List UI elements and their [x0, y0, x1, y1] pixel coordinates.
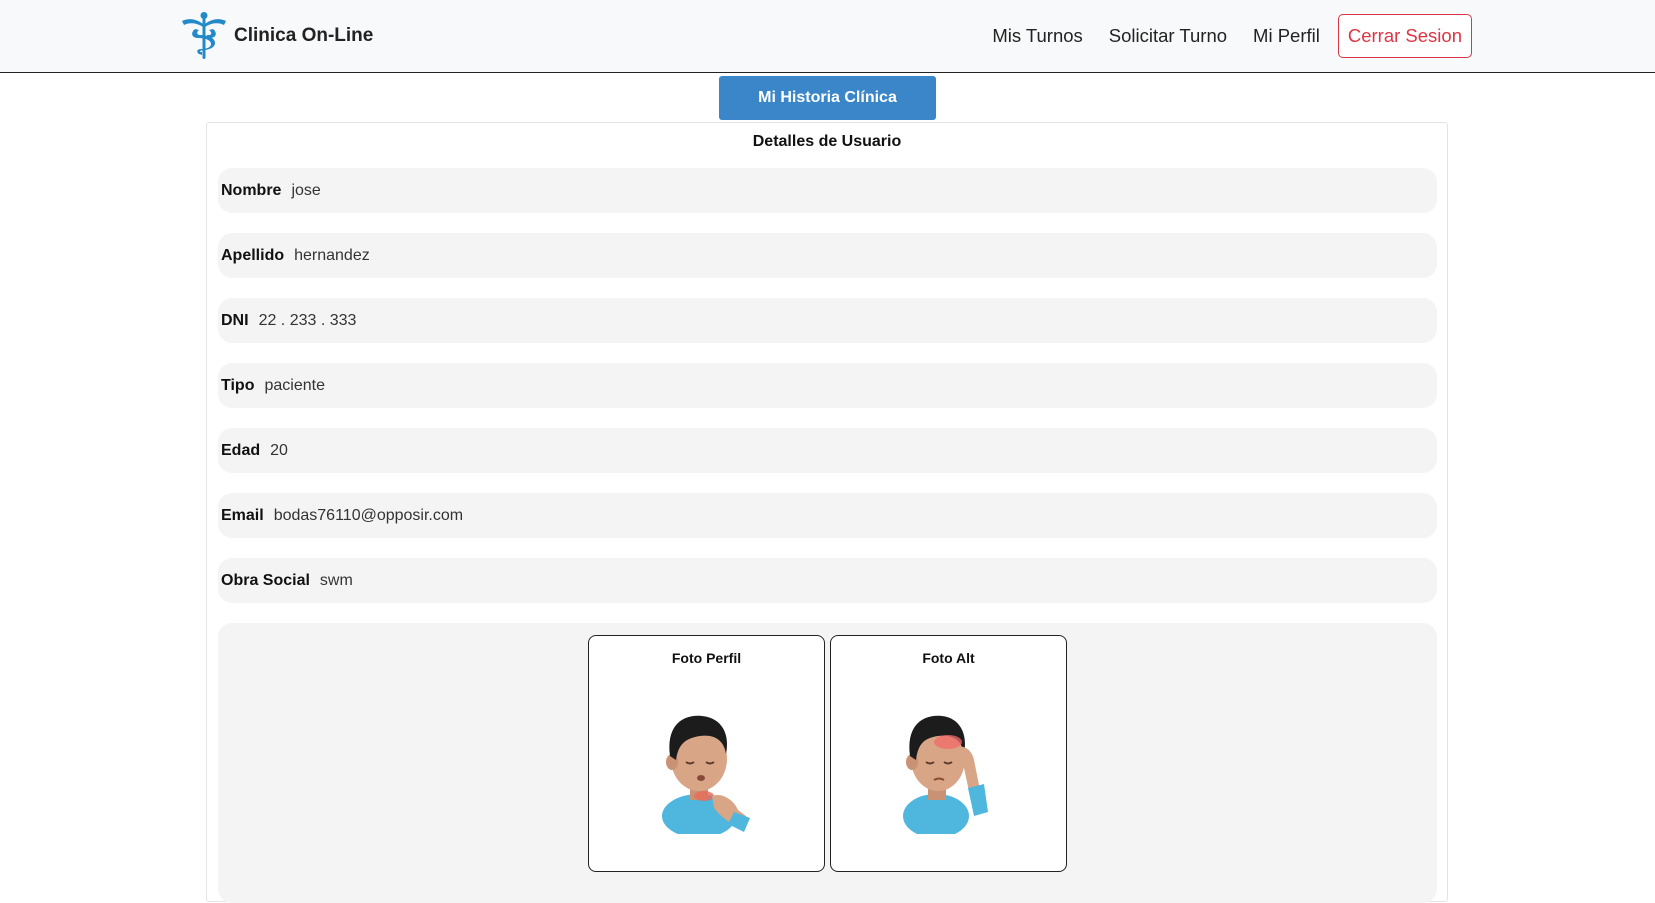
photo-card-alt: Foto Alt	[830, 635, 1067, 872]
navbar: Clinica On-Line Mis Turnos Solicitar Tur…	[0, 0, 1655, 73]
nav-mis-turnos[interactable]: Mis Turnos	[979, 15, 1095, 57]
field-row-edad: Edad 20	[218, 428, 1437, 473]
nav-links: Mis Turnos Solicitar Turno Mi Perfil Cer…	[979, 14, 1472, 58]
field-label: Apellido	[221, 246, 285, 264]
field-row-tipo: Tipo paciente	[218, 363, 1437, 408]
photos-panel: Foto Perfil Foto Alt	[218, 623, 1437, 903]
field-value: swm	[319, 571, 353, 589]
user-details-card: Detalles de Usuario Nombre jose Apellido…	[206, 122, 1448, 903]
field-label: DNI	[221, 311, 249, 329]
card-title: Detalles de Usuario	[752, 133, 902, 150]
field-label: Edad	[221, 441, 261, 459]
field-value: hernandez	[294, 246, 370, 264]
field-label: Email	[221, 506, 264, 524]
field-row-dni: DNI 22 . 233 . 333	[218, 298, 1437, 343]
field-value: 22 . 233 . 333	[258, 311, 357, 329]
field-row-email: Email bodas76110@opposir.com	[218, 493, 1437, 538]
field-value: 20	[270, 441, 288, 459]
field-row-nombre: Nombre jose	[218, 168, 1437, 213]
photo-card-perfil: Foto Perfil	[588, 635, 825, 872]
field-label: Obra Social	[221, 571, 310, 589]
field-value: paciente	[264, 376, 325, 394]
field-value: bodas76110@opposir.com	[273, 506, 464, 524]
field-value: jose	[291, 181, 321, 199]
field-label: Nombre	[221, 181, 282, 199]
nav-mi-perfil[interactable]: Mi Perfil	[1240, 15, 1333, 57]
caduceus-icon	[182, 12, 226, 59]
field-row-apellido: Apellido hernandez	[218, 233, 1437, 278]
medical-history-button[interactable]: Mi Historia Clínica	[719, 76, 936, 120]
field-row-obra-social: Obra Social swm	[218, 558, 1437, 603]
field-label: Tipo	[221, 376, 255, 394]
nav-solicitar-turno[interactable]: Solicitar Turno	[1096, 15, 1240, 57]
alt-photo	[903, 715, 988, 834]
brand-link[interactable]: Clinica On-Line	[178, 11, 373, 61]
brand-name: Clinica On-Line	[234, 25, 374, 46]
logout-button[interactable]: Cerrar Sesion	[1337, 14, 1472, 58]
photo-title: Foto Perfil	[671, 650, 742, 666]
photo-title: Foto Alt	[922, 650, 975, 666]
profile-photo	[662, 715, 750, 834]
